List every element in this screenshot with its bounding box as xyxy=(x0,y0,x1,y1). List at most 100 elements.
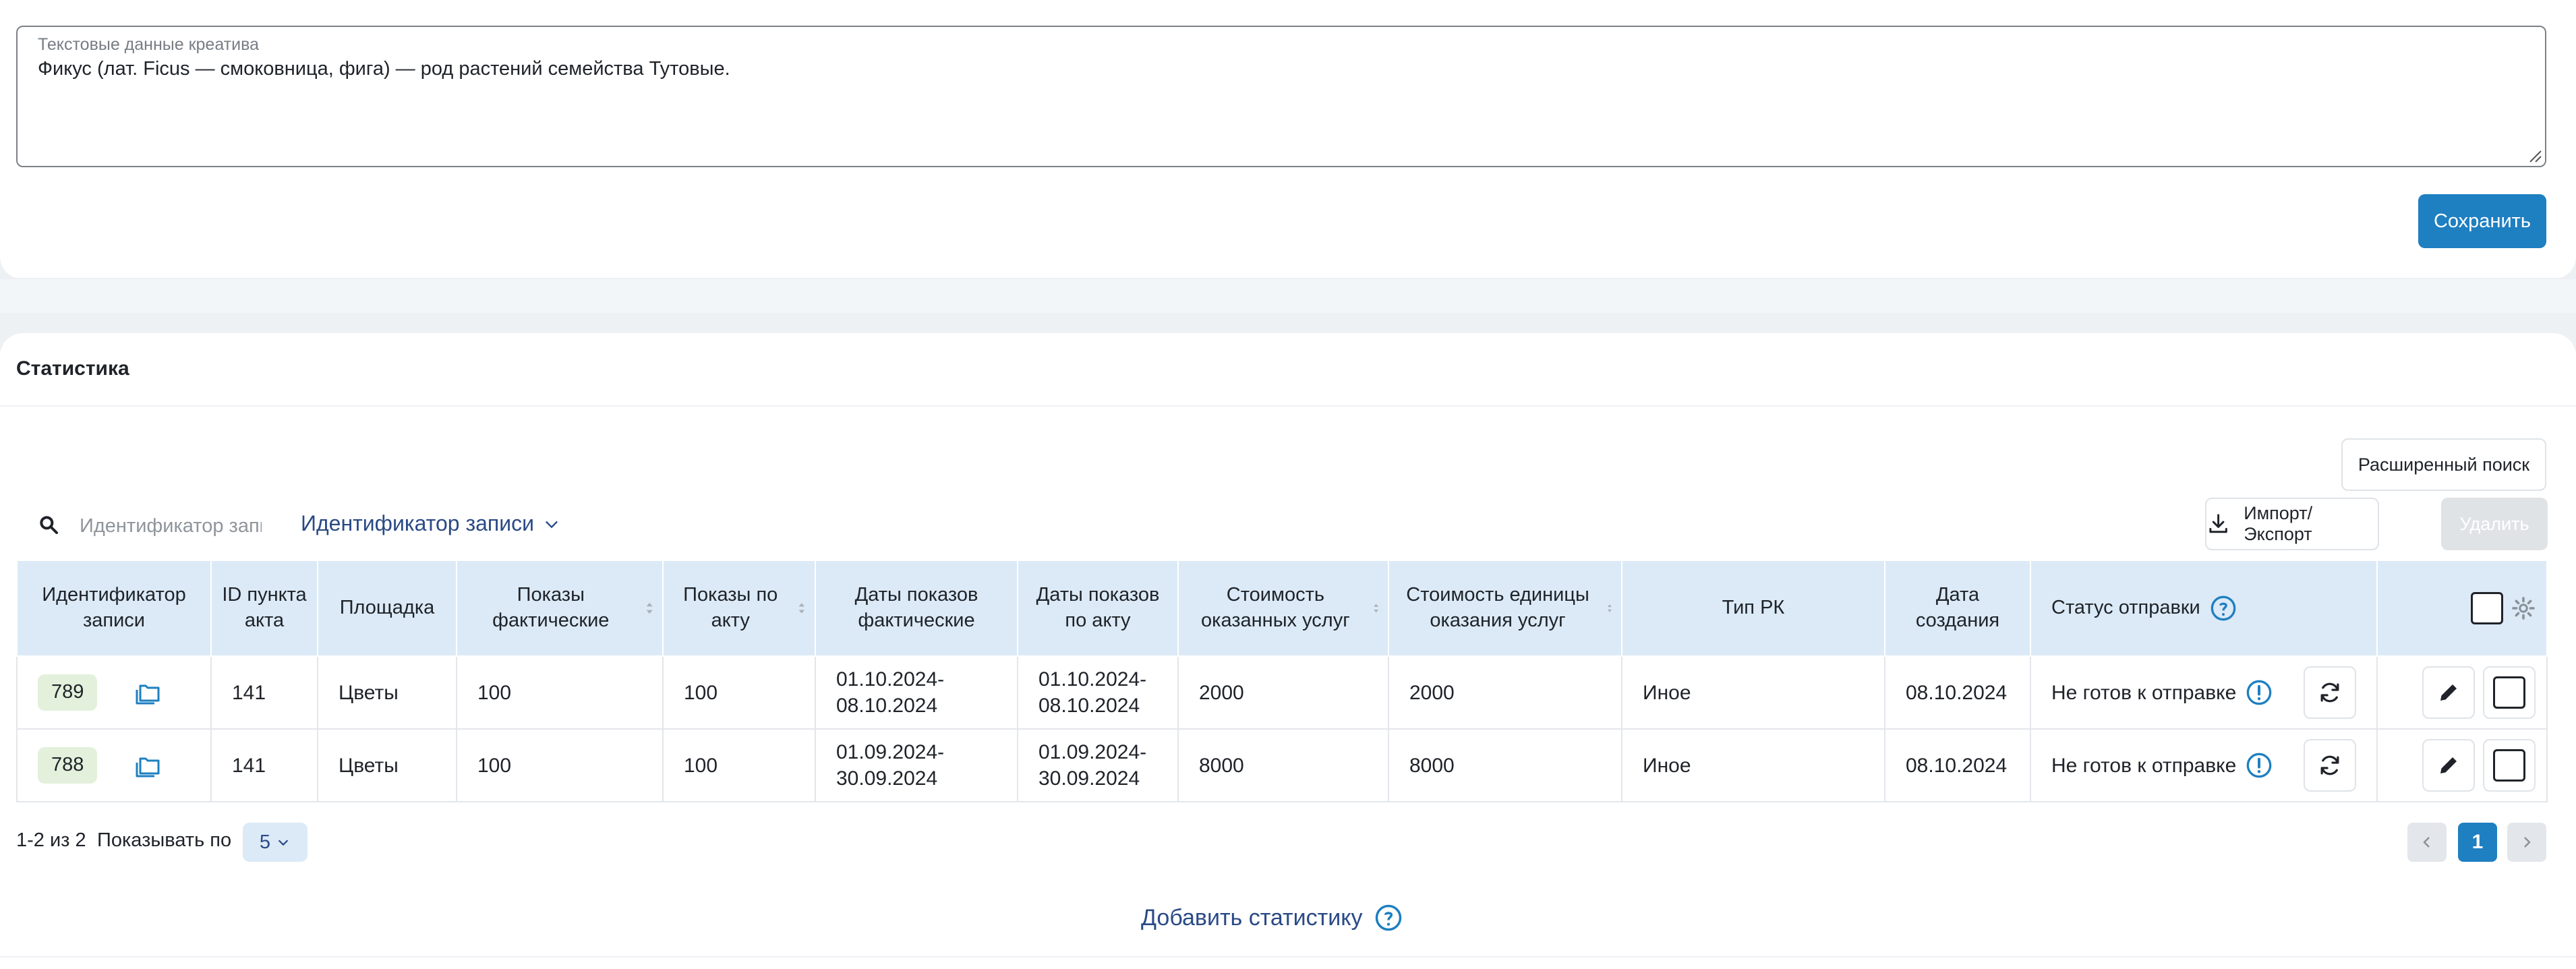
section-gap xyxy=(0,279,2576,313)
folder-icon[interactable] xyxy=(134,752,164,779)
page-size-select[interactable]: 5 xyxy=(243,823,308,862)
resize-handle-icon[interactable] xyxy=(2526,147,2542,163)
search-field-label: Идентификатор записи xyxy=(301,511,534,535)
col-dates-actual: Даты показов фактические xyxy=(815,560,1018,657)
chevron-down-icon xyxy=(278,840,289,846)
cell-dates-act: 01.09.2024-30.09.2024 xyxy=(1017,728,1179,802)
sort-icon xyxy=(1607,604,1612,612)
row-checkbox[interactable] xyxy=(2493,749,2525,782)
cell-impressions-act: 100 xyxy=(662,728,816,802)
cell-impressions-actual: 100 xyxy=(456,728,664,802)
cell-actions xyxy=(2376,655,2548,730)
cell-act-item-id: 141 xyxy=(210,728,318,802)
cell-cost-unit: 8000 xyxy=(1388,728,1622,802)
creative-text-field[interactable] xyxy=(16,26,2546,167)
cell-campaign-type: Иное xyxy=(1621,728,1885,802)
refresh-icon xyxy=(2320,682,2339,703)
delete-button[interactable]: Удалить xyxy=(2441,498,2548,550)
cell-dates-act: 01.10.2024-08.10.2024 xyxy=(1017,655,1179,730)
creative-text-label: Текстовые данные креатива xyxy=(38,35,260,54)
search-field-select[interactable]: Идентификатор записи xyxy=(301,511,561,536)
chevron-left-icon xyxy=(2423,837,2430,848)
select-all-checkbox[interactable] xyxy=(2471,592,2503,624)
section-title: Статистика xyxy=(16,357,129,380)
statistics-table: Идентификатор записи ID пункта акта Площ… xyxy=(16,560,2548,802)
record-id-badge: 789 xyxy=(38,674,98,711)
help-icon[interactable] xyxy=(1374,904,1403,932)
pencil-icon xyxy=(2440,757,2457,773)
col-cost-services[interactable]: Стоимость оказанных услуг xyxy=(1177,560,1389,657)
edit-button[interactable] xyxy=(2422,666,2475,719)
refresh-button[interactable] xyxy=(2304,739,2356,792)
col-actions xyxy=(2376,560,2548,657)
creative-text-value[interactable]: Фикус (лат. Ficus — смоковница, фига) — … xyxy=(38,58,730,80)
col-act-item-id: ID пункта акта xyxy=(210,560,318,657)
table-row: 788 141 Цветы 100 100 01.09.2024-30.09.2… xyxy=(16,728,2548,802)
cell-impressions-act: 100 xyxy=(662,655,816,730)
import-export-button[interactable]: Импорт/Экспорт xyxy=(2205,498,2379,550)
cell-created-date: 08.10.2024 xyxy=(1884,728,2031,802)
col-dates-act: Даты показов по акту xyxy=(1017,560,1179,657)
row-select[interactable] xyxy=(2483,739,2536,792)
col-impressions-actual[interactable]: Показы фактические xyxy=(456,560,664,657)
col-send-status: Статус отправки xyxy=(2030,560,2378,657)
cell-cost-unit: 2000 xyxy=(1388,655,1622,730)
row-checkbox[interactable] xyxy=(2493,676,2525,709)
cell-cost-services: 8000 xyxy=(1177,728,1389,802)
edit-button[interactable] xyxy=(2422,739,2475,792)
cell-platform: Цветы xyxy=(317,728,457,802)
cell-created-date: 08.10.2024 xyxy=(1884,655,2031,730)
refresh-icon xyxy=(2320,755,2339,775)
sort-icon xyxy=(1373,604,1378,613)
cell-act-item-id: 141 xyxy=(210,655,318,730)
cell-send-status: Не готов к отправке xyxy=(2030,728,2378,802)
cell-campaign-type: Иное xyxy=(1621,655,1885,730)
table-row: 789 141 Цветы 100 100 01.10.2024-08.10.2… xyxy=(16,655,2548,730)
add-statistics-link[interactable]: Добавить статистику xyxy=(1141,904,1403,932)
col-impressions-act-label: Показы по акту xyxy=(683,584,778,631)
page-button-current[interactable]: 1 xyxy=(2458,823,2497,862)
pencil-icon xyxy=(2440,684,2457,701)
advanced-search-button[interactable]: Расширенный поиск xyxy=(2341,438,2546,491)
folder-icon[interactable] xyxy=(134,679,164,706)
col-cost-unit[interactable]: Стоимость единицы оказания услуг xyxy=(1388,560,1622,657)
cell-dates-actual: 01.09.2024-30.09.2024 xyxy=(815,728,1018,802)
send-status-text: Не готов к отправке xyxy=(2051,681,2237,704)
cell-record-id: 789 xyxy=(16,655,212,730)
divider xyxy=(0,956,2576,958)
col-impressions-actual-label: Показы фактические xyxy=(492,584,610,631)
divider xyxy=(0,405,2576,407)
chevron-down-icon xyxy=(546,521,558,528)
col-cost-unit-label: Стоимость единицы оказания услуг xyxy=(1406,584,1589,631)
cell-impressions-actual: 100 xyxy=(456,655,664,730)
col-impressions-act[interactable]: Показы по акту xyxy=(662,560,816,657)
cell-dates-actual: 01.10.2024-08.10.2024 xyxy=(815,655,1018,730)
cell-send-status: Не готов к отправке xyxy=(2030,655,2378,730)
warning-icon xyxy=(2246,680,2272,705)
cell-cost-services: 2000 xyxy=(1177,655,1389,730)
col-created-date: Дата создания xyxy=(1884,560,2031,657)
cell-platform: Цветы xyxy=(317,655,457,730)
next-page-button[interactable] xyxy=(2507,823,2546,862)
row-select[interactable] xyxy=(2483,666,2536,719)
table-header-row: Идентификатор записи ID пункта акта Площ… xyxy=(16,560,2548,657)
prev-page-button[interactable] xyxy=(2407,823,2447,862)
sort-icon xyxy=(798,603,805,614)
download-icon xyxy=(2209,514,2227,533)
record-id-badge: 788 xyxy=(38,747,98,784)
send-status-text: Не готов к отправке xyxy=(2051,754,2237,777)
page-size-value: 5 xyxy=(259,831,271,853)
cell-record-id: 788 xyxy=(16,728,212,802)
search-icon xyxy=(40,516,58,534)
add-statistics-label: Добавить статистику xyxy=(1141,904,1363,931)
col-send-status-label: Статус отправки xyxy=(2051,597,2200,619)
search-input[interactable] xyxy=(80,512,262,539)
gear-icon[interactable] xyxy=(2511,596,2536,620)
pagination-range: 1-2 из 2 xyxy=(16,829,86,851)
save-button[interactable]: Сохранить xyxy=(2418,194,2546,248)
import-export-label: Импорт/Экспорт xyxy=(2244,503,2313,544)
chevron-right-icon xyxy=(2524,837,2531,848)
col-cost-services-label: Стоимость оказанных услуг xyxy=(1200,584,1350,631)
refresh-button[interactable] xyxy=(2304,666,2356,719)
help-icon[interactable] xyxy=(2210,595,2237,622)
